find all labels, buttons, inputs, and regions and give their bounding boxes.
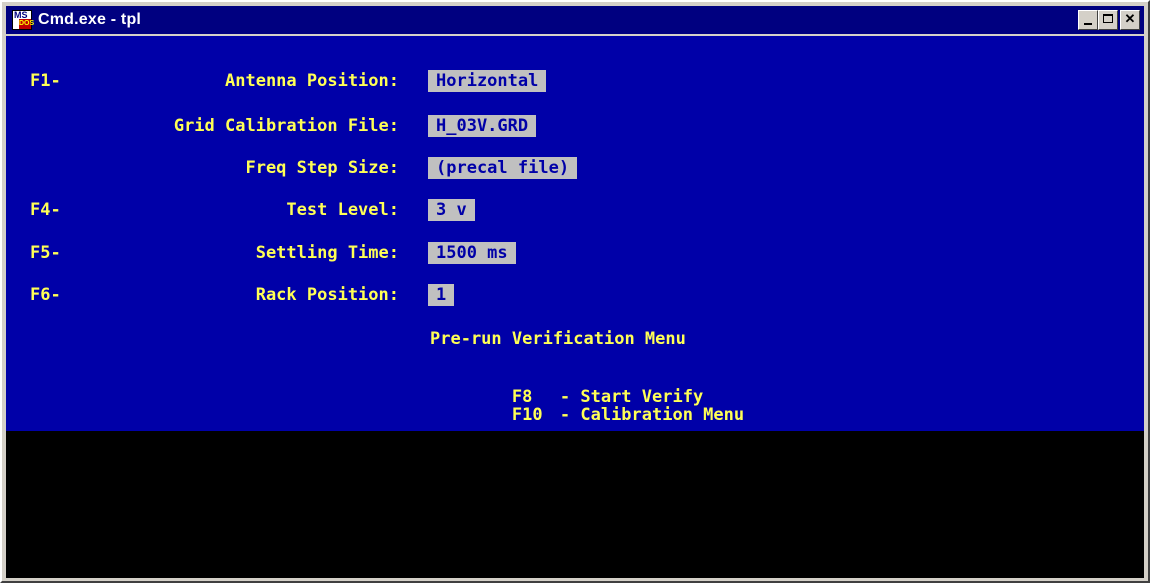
menu-item-calibration-menu[interactable]: F10 - Calibration Menu [430, 388, 744, 424]
menu-title: Pre-run Verification Menu [430, 329, 686, 349]
field-label: Grid Calibration File: [173, 116, 399, 136]
field-row-test-level: F4- Test Level: 3 v [6, 199, 1144, 221]
menu-item-start-verify[interactable]: F8- Start Verify [430, 370, 703, 406]
console-area[interactable]: F1- Antenna Position: Horizontal Grid Ca… [6, 36, 1144, 578]
title-bar[interactable]: MS DOS Cmd.exe - tpl ✕ [6, 6, 1144, 34]
console-window: MS DOS Cmd.exe - tpl ✕ F1- Antenna Posit… [0, 0, 1150, 583]
field-row-rack-position: F6- Rack Position: 1 [6, 284, 1144, 306]
settling-time-value[interactable]: 1500 ms [428, 242, 516, 264]
field-label: Freq Step Size: [245, 158, 399, 178]
maximize-button[interactable] [1098, 10, 1118, 30]
antenna-position-value[interactable]: Horizontal [428, 70, 547, 92]
field-row-grid-calibration-file: Grid Calibration File: H_03V.GRD [6, 115, 1144, 137]
field-label: Rack Position: [255, 285, 399, 305]
rack-position-value[interactable]: 1 [428, 284, 455, 306]
minimize-icon [1084, 23, 1092, 25]
function-key-label: F10 [511, 405, 543, 425]
grid-calibration-file-value[interactable]: H_03V.GRD [428, 115, 537, 137]
settings-panel: F1- Antenna Position: Horizontal Grid Ca… [6, 36, 1144, 431]
field-row-antenna-position: F1- Antenna Position: Horizontal [6, 70, 1144, 92]
function-key-label: F4- [30, 200, 61, 220]
field-row-settling-time: F5- Settling Time: 1500 ms [6, 242, 1144, 264]
minimize-button[interactable] [1078, 10, 1098, 30]
freq-step-size-value[interactable]: (precal file) [428, 157, 578, 179]
close-button[interactable]: ✕ [1120, 10, 1140, 30]
field-label: Antenna Position: [225, 71, 399, 91]
field-label: Settling Time: [255, 243, 399, 263]
function-key-label: F6- [30, 285, 61, 305]
test-level-value[interactable]: 3 v [428, 199, 475, 221]
field-row-freq-step-size: Freq Step Size: (precal file) [6, 157, 1144, 179]
caption-buttons: ✕ [1078, 10, 1140, 30]
function-key-label: F1- [30, 71, 61, 91]
close-icon: ✕ [1124, 11, 1136, 26]
maximize-icon [1103, 14, 1113, 23]
window-title: Cmd.exe - tpl [38, 11, 142, 28]
function-key-label: F5- [30, 243, 61, 263]
field-label: Test Level: [286, 200, 399, 220]
ms-dos-icon[interactable]: MS DOS [12, 10, 34, 30]
menu-item-label: - Calibration Menu [559, 405, 745, 425]
